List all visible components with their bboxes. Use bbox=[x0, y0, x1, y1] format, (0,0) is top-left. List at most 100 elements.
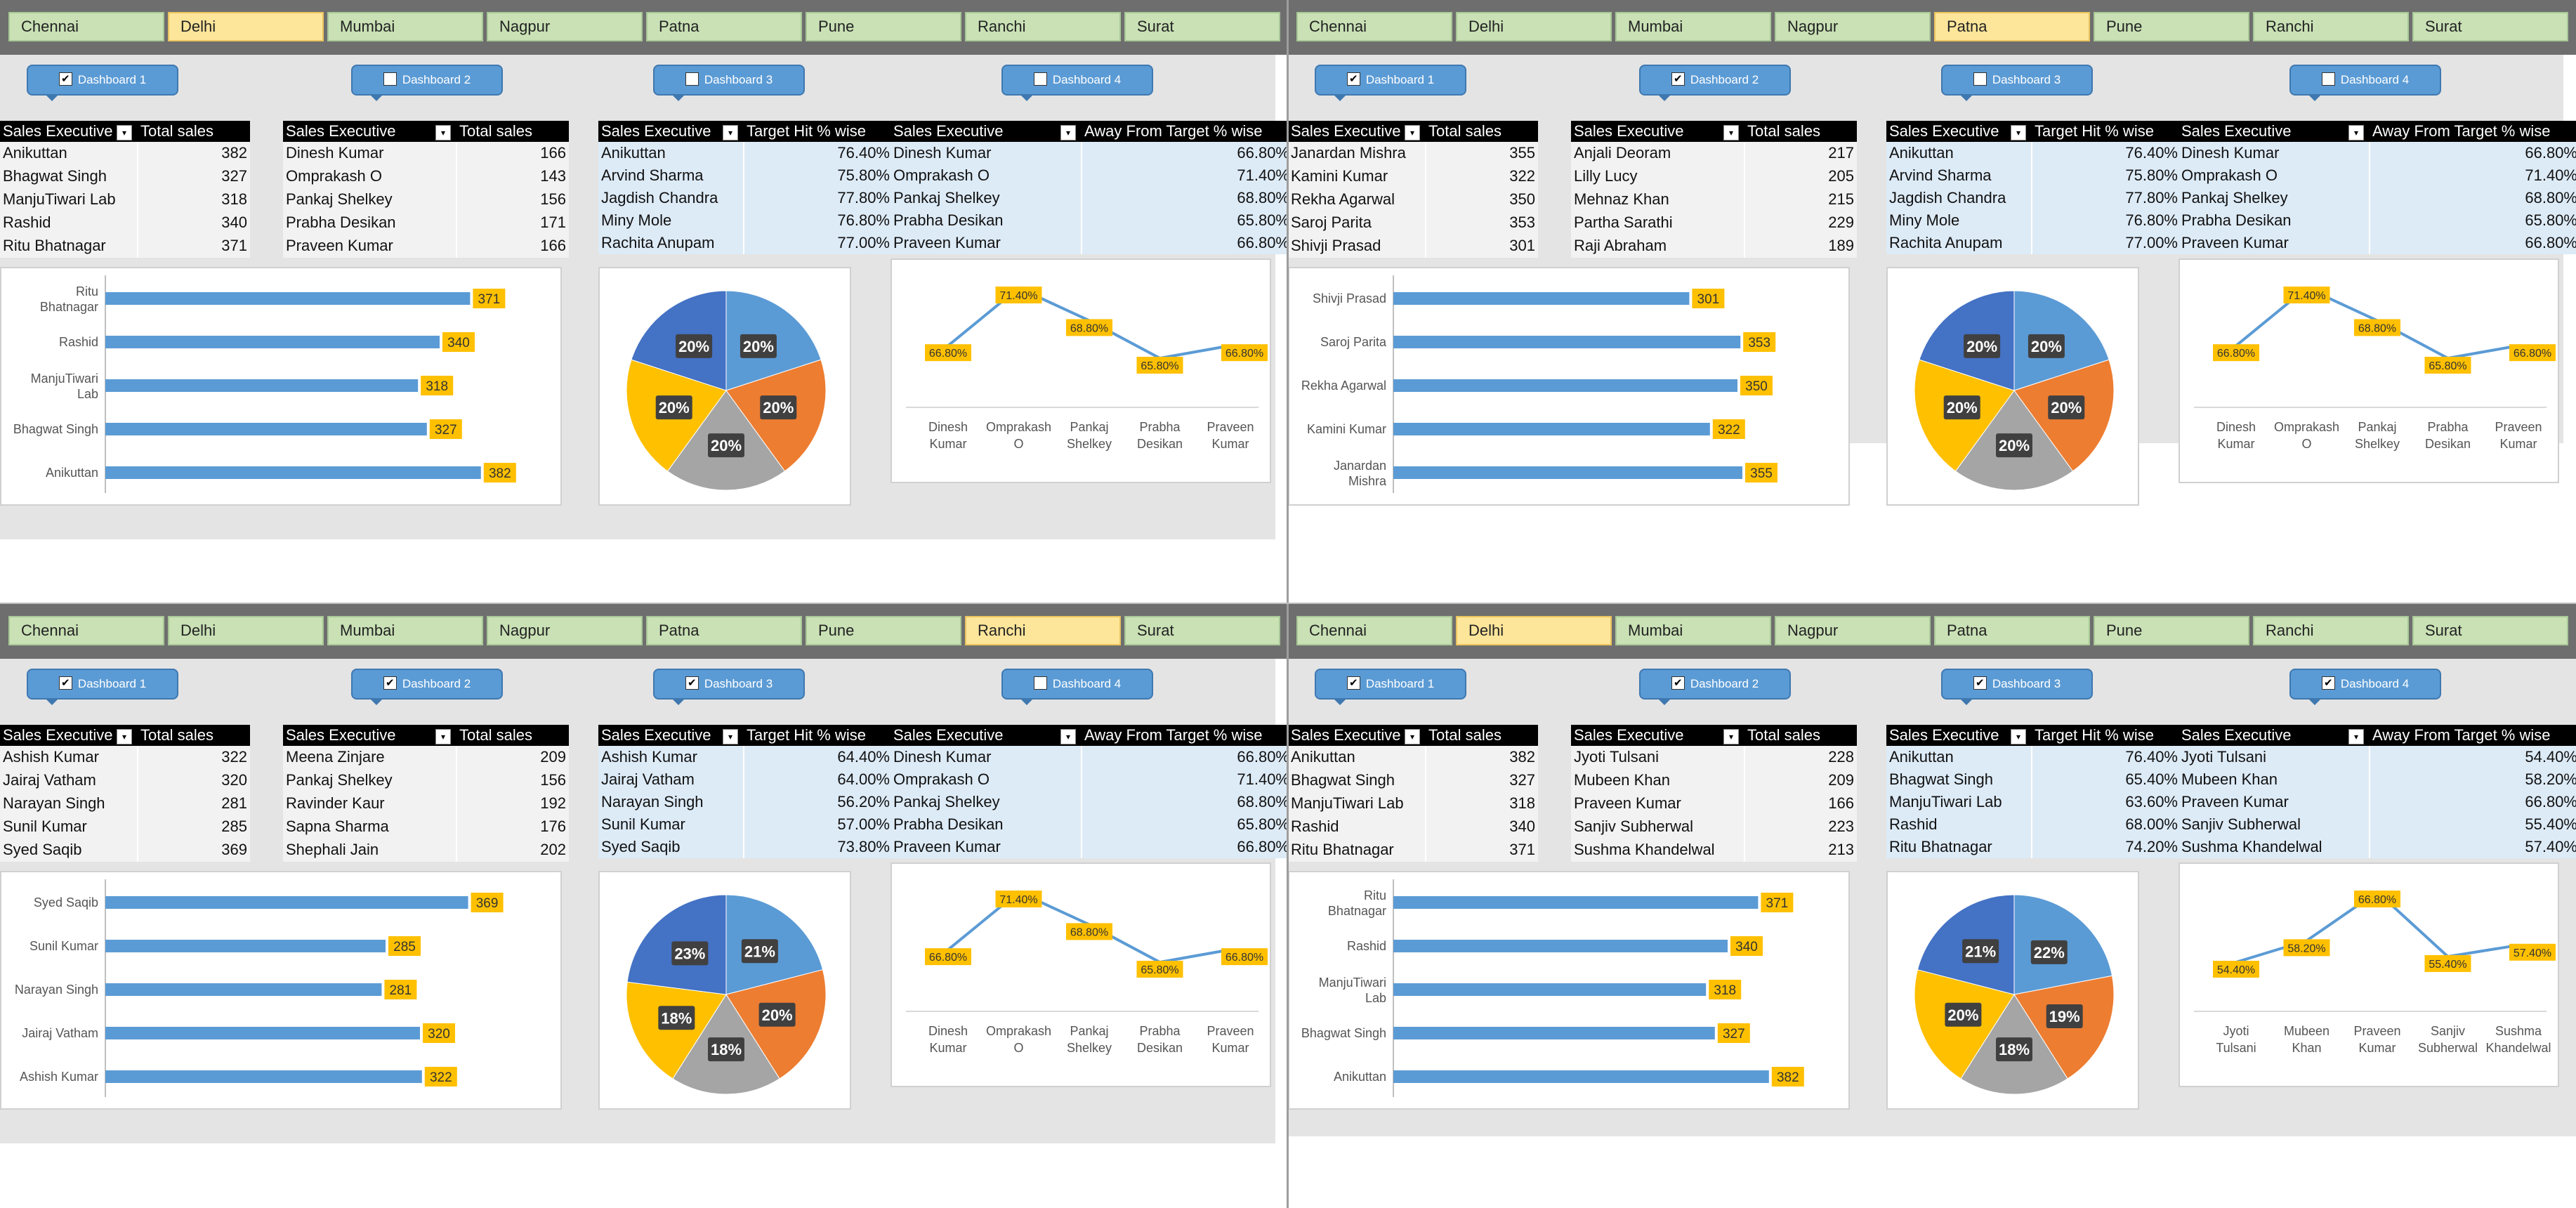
dashboard-checkbox[interactable]: ✔ bbox=[383, 676, 397, 690]
table-row: Shephali Jain 202 bbox=[283, 838, 569, 862]
city-slicer-ranchi[interactable]: Ranchi bbox=[965, 616, 1121, 645]
dashboard-2-button[interactable]: Dashboard 2 bbox=[351, 65, 503, 101]
city-slicer-pune[interactable]: Pune bbox=[2094, 12, 2249, 41]
city-slicer-surat[interactable]: Surat bbox=[2412, 616, 2568, 645]
line-category-label: Jyoti Tulsani bbox=[2216, 1024, 2256, 1055]
city-slicer-patna[interactable]: Patna bbox=[1934, 616, 2090, 645]
sales-table-2: Sales Executive ▾ Total sales Meena Zinjare… bbox=[283, 725, 569, 862]
dashboard-3-button[interactable]: Dashboard 3 bbox=[653, 65, 805, 101]
dashboard-checkbox[interactable] bbox=[2321, 72, 2335, 86]
filter-dropdown-icon[interactable]: ▾ bbox=[1405, 729, 1420, 744]
city-slicer-mumbai[interactable]: Mumbai bbox=[1615, 12, 1771, 41]
city-slicer-chennai[interactable]: Chennai bbox=[1296, 12, 1452, 41]
dashboard-2-button[interactable]: ✔ Dashboard 2 bbox=[1639, 669, 1791, 705]
dashboard-1-button[interactable]: ✔ Dashboard 1 bbox=[27, 669, 178, 705]
filter-dropdown-icon[interactable]: ▾ bbox=[435, 125, 451, 140]
filter-dropdown-icon[interactable]: ▾ bbox=[1723, 125, 1739, 140]
filter-dropdown-icon[interactable]: ▾ bbox=[723, 729, 738, 744]
dashboard-checkbox[interactable]: ✔ bbox=[1973, 676, 1987, 690]
city-slicer-delhi[interactable]: Delhi bbox=[168, 12, 324, 41]
sales-table-1: Sales Executive ▾ Total sales Janardan Mish… bbox=[1288, 121, 1538, 258]
bar-category-label: Narayan Singh bbox=[15, 983, 98, 997]
dashboard-4-button[interactable]: Dashboard 4 bbox=[1001, 669, 1153, 705]
sales-table-3: Sales Executive ▾ Target Hit % wise Anikutt… bbox=[1886, 725, 2181, 858]
dashboard-4-button[interactable]: Dashboard 4 bbox=[1001, 65, 1153, 101]
dashboard-checkbox[interactable] bbox=[1033, 676, 1047, 690]
header-metric: Total sales bbox=[456, 725, 569, 746]
filter-dropdown-icon[interactable]: ▾ bbox=[2348, 125, 2364, 140]
city-slicer-pune[interactable]: Pune bbox=[2094, 616, 2249, 645]
dashboard-checkbox[interactable]: ✔ bbox=[2321, 676, 2335, 690]
button-pointer bbox=[369, 698, 383, 705]
sales-table-3: Sales Executive ▾ Target Hit % wise Ashish … bbox=[598, 725, 893, 858]
header-label: Sales Executive bbox=[1574, 726, 1684, 744]
city-slicer-pune[interactable]: Pune bbox=[806, 616, 961, 645]
table-row: Bhagwat Singh 327 bbox=[0, 164, 250, 188]
dashboard-checkbox[interactable] bbox=[685, 72, 699, 86]
city-slicer-surat[interactable]: Surat bbox=[1124, 616, 1280, 645]
filter-dropdown-icon[interactable]: ▾ bbox=[723, 125, 738, 140]
dashboard-checkbox[interactable]: ✔ bbox=[1346, 676, 1360, 690]
dashboard-checkbox[interactable]: ✔ bbox=[58, 676, 72, 690]
city-slicer-patna[interactable]: Patna bbox=[646, 616, 802, 645]
dashboard-3-button[interactable]: ✔ Dashboard 3 bbox=[653, 669, 805, 705]
city-slicer-ranchi[interactable]: Ranchi bbox=[965, 12, 1121, 41]
city-slicer-mumbai[interactable]: Mumbai bbox=[327, 616, 483, 645]
dashboard-4-button[interactable]: ✔ Dashboard 4 bbox=[2289, 669, 2441, 705]
city-slicer-nagpur[interactable]: Nagpur bbox=[1775, 12, 1931, 41]
executive-name: Praveen Kumar bbox=[283, 234, 457, 258]
dashboard-checkbox[interactable]: ✔ bbox=[1671, 676, 1685, 690]
dashboard-1-button[interactable]: ✔ Dashboard 1 bbox=[1315, 65, 1466, 101]
filter-dropdown-icon[interactable]: ▾ bbox=[2011, 125, 2026, 140]
dashboard-1-button[interactable]: ✔ Dashboard 1 bbox=[1315, 669, 1466, 705]
filter-dropdown-icon[interactable]: ▾ bbox=[2011, 729, 2026, 744]
city-slicer-nagpur[interactable]: Nagpur bbox=[487, 616, 643, 645]
city-slicer-delhi[interactable]: Delhi bbox=[168, 616, 324, 645]
dashboard-1-button[interactable]: ✔ Dashboard 1 bbox=[27, 65, 178, 101]
dashboard-3-button[interactable]: Dashboard 3 bbox=[1941, 65, 2093, 101]
line-chart-panel: 66.80% Dinesh Kumar 71.40% Omprakash O 68.80% P… bbox=[2179, 258, 2559, 483]
pie-slice-label: 20% bbox=[762, 1006, 793, 1024]
dashboard-checkbox[interactable] bbox=[383, 72, 397, 86]
dashboard-checkbox[interactable]: ✔ bbox=[685, 676, 699, 690]
filter-dropdown-icon[interactable]: ▾ bbox=[1405, 125, 1420, 140]
dashboard-checkbox[interactable]: ✔ bbox=[1346, 72, 1360, 86]
filter-dropdown-icon[interactable]: ▾ bbox=[117, 125, 132, 140]
dashboard-checkbox[interactable]: ✔ bbox=[58, 72, 72, 86]
city-slicer-chennai[interactable]: Chennai bbox=[8, 616, 164, 645]
dashboard-2-button[interactable]: ✔ Dashboard 2 bbox=[351, 669, 503, 705]
city-slicer-delhi[interactable]: Delhi bbox=[1456, 616, 1612, 645]
city-slicer-mumbai[interactable]: Mumbai bbox=[327, 12, 483, 41]
city-slicer-nagpur[interactable]: Nagpur bbox=[1775, 616, 1931, 645]
filter-dropdown-icon[interactable]: ▾ bbox=[1723, 729, 1739, 744]
city-slicer-surat[interactable]: Surat bbox=[2412, 12, 2568, 41]
filter-dropdown-icon[interactable]: ▾ bbox=[435, 729, 451, 744]
city-slicer-surat[interactable]: Surat bbox=[1124, 12, 1280, 41]
city-slicer-chennai[interactable]: Chennai bbox=[8, 12, 164, 41]
dashboard-checkbox[interactable] bbox=[1973, 72, 1987, 86]
city-slicer-delhi[interactable]: Delhi bbox=[1456, 12, 1612, 41]
filter-dropdown-icon[interactable]: ▾ bbox=[117, 729, 132, 744]
city-slicer-chennai[interactable]: Chennai bbox=[1296, 616, 1452, 645]
city-slicer-ranchi[interactable]: Ranchi bbox=[2253, 12, 2409, 41]
filter-dropdown-icon[interactable]: ▾ bbox=[1060, 125, 1076, 140]
dashboard-3-button[interactable]: ✔ Dashboard 3 bbox=[1941, 669, 2093, 705]
city-slicer-nagpur[interactable]: Nagpur bbox=[487, 12, 643, 41]
dashboard-checkbox[interactable] bbox=[1033, 72, 1047, 86]
city-slicer-ranchi[interactable]: Ranchi bbox=[2253, 616, 2409, 645]
city-slicer-patna[interactable]: Patna bbox=[1934, 12, 2090, 41]
bar-value-label: 353 bbox=[1748, 336, 1770, 350]
dashboard-checkbox[interactable]: ✔ bbox=[1671, 72, 1685, 86]
dashboard-2-button[interactable]: ✔ Dashboard 2 bbox=[1639, 65, 1791, 101]
city-slicer-pune[interactable]: Pune bbox=[806, 12, 961, 41]
filter-dropdown-icon[interactable]: ▾ bbox=[2348, 729, 2364, 744]
executive-name: Dinesh Kumar bbox=[891, 142, 1082, 164]
filter-dropdown-icon[interactable]: ▾ bbox=[1060, 729, 1076, 744]
city-slicer-patna[interactable]: Patna bbox=[646, 12, 802, 41]
metric-value: 371 bbox=[1426, 838, 1538, 862]
button-pointer bbox=[1657, 698, 1671, 705]
table-row: Rachita Anupam 77.00% bbox=[1886, 232, 2181, 254]
line-value-label: 65.80% bbox=[2429, 360, 2466, 372]
city-slicer-mumbai[interactable]: Mumbai bbox=[1615, 616, 1771, 645]
dashboard-4-button[interactable]: Dashboard 4 bbox=[2289, 65, 2441, 101]
